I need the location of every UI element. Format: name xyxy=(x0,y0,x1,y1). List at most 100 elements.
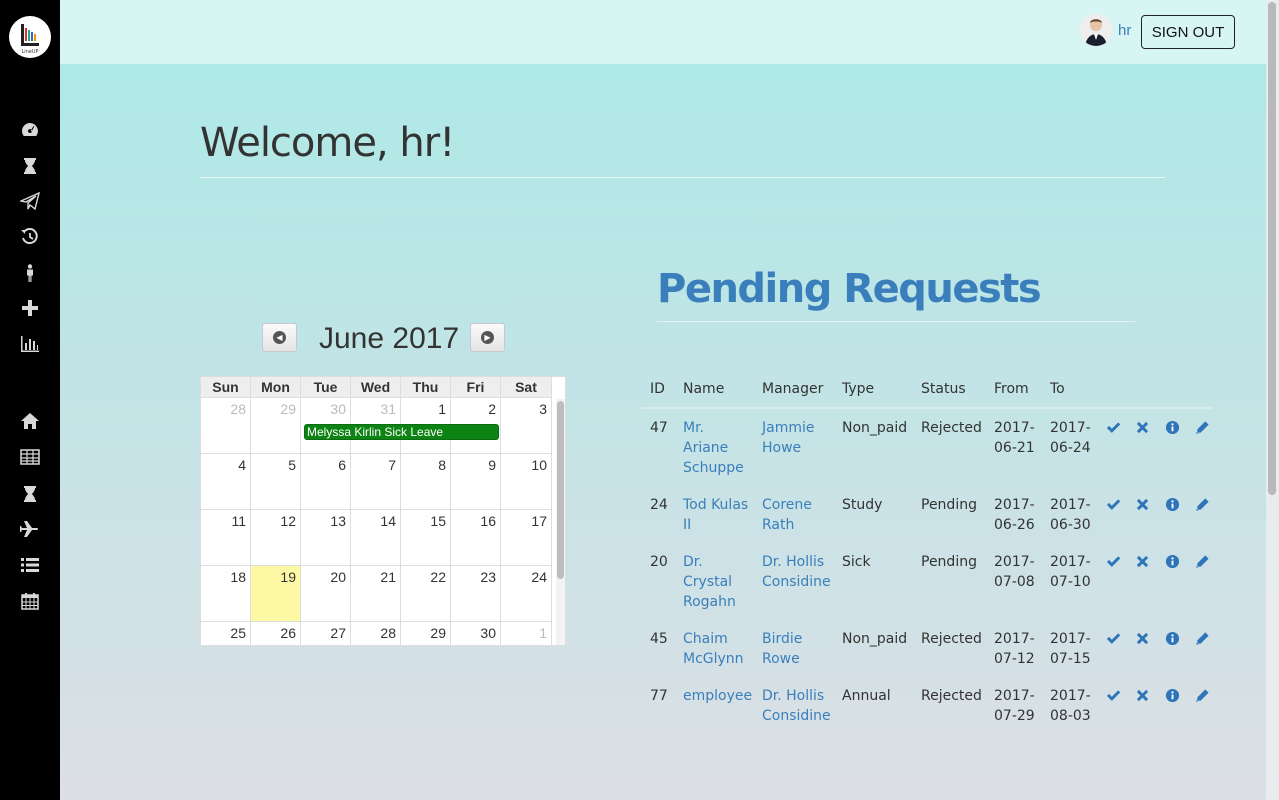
hourglass-icon[interactable] xyxy=(18,156,42,176)
calendar-day[interactable]: 27 xyxy=(301,622,351,645)
calendar-day[interactable]: 12 xyxy=(251,510,301,566)
app-logo[interactable]: LineUP xyxy=(9,16,51,58)
cell-from: 2017- xyxy=(994,420,1035,436)
cell-name[interactable]: Mr. xyxy=(683,418,704,438)
calendar-day[interactable]: 5 xyxy=(251,454,301,510)
approve-icon[interactable] xyxy=(1105,419,1121,435)
calendar-day[interactable]: 8 xyxy=(401,454,451,510)
edit-icon[interactable] xyxy=(1194,419,1210,435)
sign-out-button[interactable]: SIGN OUT xyxy=(1141,15,1235,49)
calendar-day[interactable]: 15 xyxy=(401,510,451,566)
bar-chart-icon[interactable] xyxy=(18,334,42,354)
hourglass-icon[interactable] xyxy=(18,484,42,504)
calendar-day[interactable]: 1 xyxy=(501,622,552,645)
calendar-day[interactable]: 14 xyxy=(351,510,401,566)
reject-icon[interactable] xyxy=(1134,630,1150,646)
calendar-day[interactable]: 29 xyxy=(401,622,451,645)
calendar-day[interactable]: 7 xyxy=(351,454,401,510)
calendar-day[interactable]: 18 xyxy=(201,566,251,622)
cell-manager[interactable]: Rowe xyxy=(762,649,800,669)
calendar-day[interactable]: 4 xyxy=(201,454,251,510)
paper-plane-icon[interactable] xyxy=(18,191,42,211)
cell-name[interactable]: Ariane xyxy=(683,438,728,458)
dashboard-icon[interactable] xyxy=(18,120,42,140)
edit-icon[interactable] xyxy=(1194,687,1210,703)
calendar-day[interactable]: 20 xyxy=(301,566,351,622)
calendar-day[interactable]: 26 xyxy=(251,622,301,645)
calendar-day[interactable]: 28 xyxy=(351,622,401,645)
table-icon[interactable] xyxy=(18,447,42,467)
calendar-day[interactable]: 30 xyxy=(451,622,501,645)
calendar-day[interactable]: 25 xyxy=(201,622,251,645)
weekday-header: Tue xyxy=(301,377,351,398)
calendar-day[interactable]: 23 xyxy=(451,566,501,622)
sidebar: LineUP xyxy=(0,0,60,800)
person-icon[interactable] xyxy=(18,263,42,283)
cell-to: 06-24 xyxy=(1050,440,1091,456)
cell-name[interactable]: Chaim xyxy=(683,629,728,649)
edit-icon[interactable] xyxy=(1194,553,1210,569)
cell-name[interactable]: Crystal xyxy=(683,572,732,592)
history-icon[interactable] xyxy=(18,227,42,247)
calendar-day[interactable]: 3 xyxy=(501,398,552,454)
home-icon[interactable] xyxy=(18,411,42,431)
cell-name[interactable]: II xyxy=(683,515,691,535)
calendar-event[interactable]: Melyssa Kirlin Sick Leave xyxy=(304,424,499,440)
calendar-day[interactable]: 28 xyxy=(201,398,251,454)
calendar-day[interactable]: 11 xyxy=(201,510,251,566)
approve-icon[interactable] xyxy=(1105,687,1121,703)
calendar-day[interactable]: 9 xyxy=(451,454,501,510)
cell-manager[interactable]: Corene xyxy=(762,495,812,515)
cell-manager[interactable]: Rath xyxy=(762,515,794,535)
calendar-icon[interactable] xyxy=(18,591,42,611)
cell-name[interactable]: employee xyxy=(683,686,752,706)
calendar-scrollbar-thumb[interactable] xyxy=(557,401,564,579)
approve-icon[interactable] xyxy=(1105,553,1121,569)
calendar-day[interactable]: 21 xyxy=(351,566,401,622)
calendar-day[interactable]: 13 xyxy=(301,510,351,566)
reject-icon[interactable] xyxy=(1134,553,1150,569)
reject-icon[interactable] xyxy=(1134,687,1150,703)
calendar-day[interactable]: 17 xyxy=(501,510,552,566)
cell-manager[interactable]: Jammie xyxy=(762,418,815,438)
edit-icon[interactable] xyxy=(1194,496,1210,512)
cell-manager[interactable]: Considine xyxy=(762,572,831,592)
calendar-day[interactable]: 6 xyxy=(301,454,351,510)
cell-name[interactable]: Tod Kulas xyxy=(683,495,748,515)
cell-manager[interactable]: Howe xyxy=(762,438,801,458)
approve-icon[interactable] xyxy=(1105,496,1121,512)
avatar[interactable] xyxy=(1080,14,1112,46)
plane-icon[interactable] xyxy=(18,519,42,539)
cell-name[interactable]: Rogahn xyxy=(683,592,736,612)
edit-icon[interactable] xyxy=(1194,630,1210,646)
page-scrollbar-thumb[interactable] xyxy=(1268,2,1276,495)
calendar-day[interactable]: 22 xyxy=(401,566,451,622)
calendar-day[interactable]: 19 xyxy=(251,566,301,622)
cell-name[interactable]: Dr. xyxy=(683,552,703,572)
calendar-day[interactable]: 24 xyxy=(501,566,552,622)
list-icon[interactable] xyxy=(18,555,42,575)
user-name-link[interactable]: hr xyxy=(1118,22,1131,39)
cell-manager[interactable]: Birdie xyxy=(762,629,802,649)
info-icon[interactable] xyxy=(1164,630,1180,646)
reject-icon[interactable] xyxy=(1134,419,1150,435)
info-icon[interactable] xyxy=(1164,553,1180,569)
info-icon[interactable] xyxy=(1164,496,1180,512)
cell-manager[interactable]: Dr. Hollis xyxy=(762,552,824,572)
calendar-day[interactable]: 16 xyxy=(451,510,501,566)
cell-manager[interactable]: Dr. Hollis xyxy=(762,686,824,706)
calendar-prev-button[interactable]: ◀ xyxy=(262,323,297,352)
calendar-day[interactable]: 10 xyxy=(501,454,552,510)
calendar-grid: Sun Mon Tue Wed Thu Fri Sat 28 29 30 31 1 2 3 4 5 6 7 8 9 10… xyxy=(200,376,566,646)
info-icon[interactable] xyxy=(1164,419,1180,435)
cell-name[interactable]: Schuppe xyxy=(683,458,744,478)
info-icon[interactable] xyxy=(1164,687,1180,703)
cell-manager[interactable]: Considine xyxy=(762,706,831,726)
approve-icon[interactable] xyxy=(1105,630,1121,646)
calendar-next-button[interactable]: ▶ xyxy=(470,323,505,352)
calendar-day[interactable]: 29 xyxy=(251,398,301,454)
plus-icon[interactable] xyxy=(18,298,42,318)
reject-icon[interactable] xyxy=(1134,496,1150,512)
cell-id: 20 xyxy=(650,554,668,570)
cell-name[interactable]: McGlynn xyxy=(683,649,744,669)
